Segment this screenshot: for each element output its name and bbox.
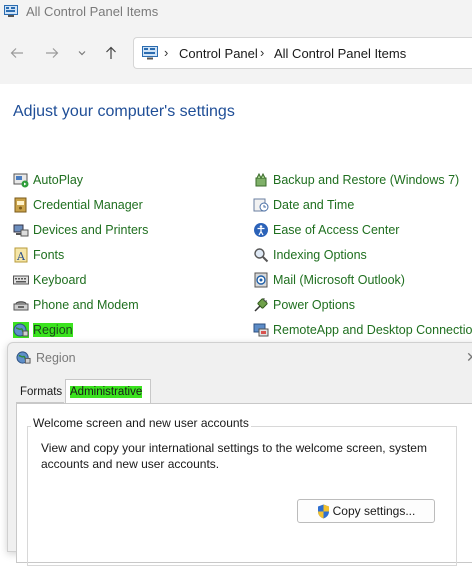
item-label: Ease of Access Center [273,223,400,237]
groupbox-title: Welcome screen and new user accounts [31,416,251,430]
mail-icon [253,272,269,288]
uac-shield-icon [317,504,329,518]
item-label: Date and Time [273,198,355,212]
item-date-time[interactable]: Date and Time [253,195,354,215]
forward-button[interactable] [41,42,63,64]
backup-restore-icon [253,172,269,188]
item-keyboard[interactable]: Keyboard [13,270,87,290]
date-time-icon [253,197,269,213]
item-label: AutoPlay [33,173,84,187]
keyboard-icon [13,272,29,288]
dialog-titlebar: Region ✕ [8,343,472,373]
arrow-up-icon [106,46,116,59]
chevron-down-icon [78,51,86,56]
item-label: Phone and Modem [33,298,139,312]
devices-printers-icon [13,222,29,238]
page-heading: Adjust your computer's settings [13,103,235,120]
arrow-right-icon [46,48,59,58]
credential-manager-icon [13,197,29,213]
recent-locations-button[interactable] [71,42,93,64]
item-devices-printers[interactable]: Devices and Printers [13,220,148,240]
window-titlebar: All Control Panel Items [0,0,472,24]
item-credential-manager[interactable]: Credential Manager [13,195,143,215]
item-indexing-options[interactable]: Indexing Options [253,245,367,265]
control-panel-icon [142,46,158,60]
dialog-title: Region [36,351,76,365]
item-label: Credential Manager [33,198,143,212]
item-label: RemoteApp and Desktop Connections [273,323,472,337]
copy-settings-label: Copy settings... [332,504,416,518]
item-fonts[interactable]: A Fonts [13,245,64,265]
tab-label: Formats [20,385,63,398]
item-label: Devices and Printers [33,223,149,237]
power-options-icon [253,297,269,313]
item-region[interactable]: Region [13,320,73,340]
arrow-left-icon [10,48,23,58]
item-backup-restore[interactable]: Backup and Restore (Windows 7) [253,170,459,190]
autoplay-icon [13,172,29,188]
region-icon [16,351,31,364]
item-label: Keyboard [33,273,87,287]
item-ease-of-access[interactable]: Ease of Access Center [253,220,399,240]
item-phone-modem[interactable]: Phone and Modem [13,295,139,315]
phone-modem-icon [13,297,29,313]
breadcrumb-separator-icon: › [164,45,169,60]
breadcrumb-control-panel[interactable]: Control Panel [179,46,258,61]
svg-text:A: A [16,250,26,263]
item-label: Fonts [33,248,65,262]
tab-label: Administrative [70,385,143,398]
region-icon [13,322,29,338]
ease-of-access-icon [253,222,269,238]
close-icon[interactable]: ✕ [466,349,472,366]
tab-formats[interactable]: Formats [16,381,64,403]
item-autoplay[interactable]: AutoPlay [13,170,83,190]
fonts-icon: A [13,247,29,263]
item-mail[interactable]: Mail (Microsoft Outlook) [253,270,405,290]
breadcrumb-separator-icon: › [260,45,265,60]
item-label: Backup and Restore (Windows 7) [273,173,460,187]
control-panel-icon [4,5,18,17]
item-label: Indexing Options [273,248,367,262]
item-label: Power Options [273,298,355,312]
item-remoteapp[interactable]: RemoteApp and Desktop Connections [253,320,472,340]
window-title: All Control Panel Items [26,4,159,19]
address-bar[interactable]: › Control Panel › All Control Panel Item… [133,37,472,69]
breadcrumb-all-items[interactable]: All Control Panel Items [274,46,406,61]
back-button[interactable] [6,42,28,64]
copy-settings-button[interactable]: Copy settings... [297,499,435,523]
item-power-options[interactable]: Power Options [253,295,355,315]
tab-administrative[interactable]: Administrative [65,379,151,403]
item-label: Region [33,323,73,337]
indexing-options-icon [253,247,269,263]
remoteapp-icon [253,322,269,338]
up-button[interactable] [100,42,122,64]
item-label: Mail (Microsoft Outlook) [273,273,405,287]
groupbox-description: View and copy your international setting… [41,441,427,471]
